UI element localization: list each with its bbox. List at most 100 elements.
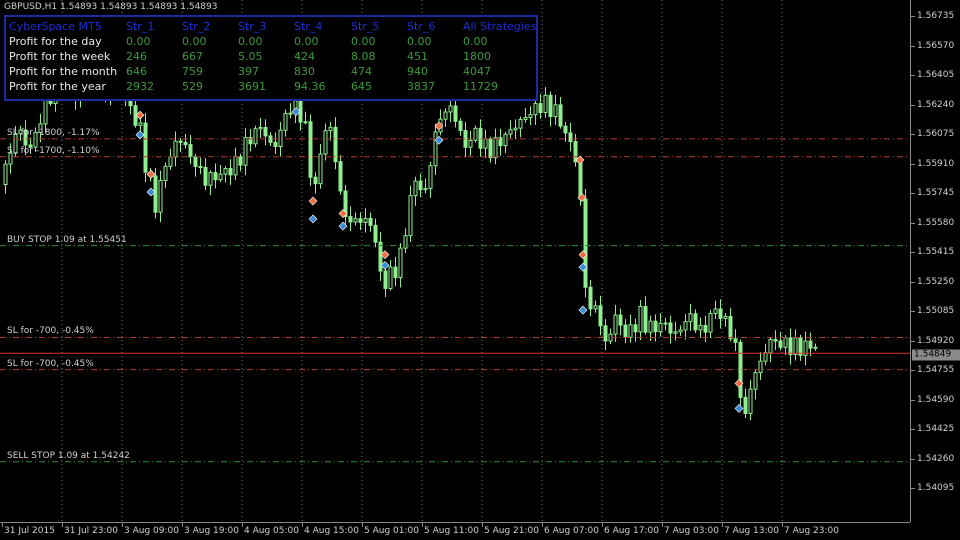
symbol-info: GBPUSD,H1 1.54893 1.54893 1.54893 1.5489… (4, 2, 218, 12)
candle (348, 206, 353, 232)
price-axis-label: 1.54590 (917, 394, 955, 405)
price-axis-tick (911, 311, 915, 312)
price-axis-tick (911, 370, 915, 371)
candle (468, 130, 473, 156)
time-axis-label: 5 Aug 21:00 (484, 526, 539, 536)
price-axis-label: 1.56405 (917, 70, 955, 80)
candle (678, 325, 683, 336)
time-axis-label: 3 Aug 09:00 (124, 526, 179, 536)
stats-value: 0.00 (351, 35, 376, 48)
candle (368, 212, 373, 232)
candle (793, 329, 798, 361)
candle (183, 133, 188, 149)
stats-value: 0.00 (182, 35, 207, 48)
candle (528, 106, 533, 126)
stats-value: 830 (294, 65, 315, 78)
candle (593, 300, 598, 313)
stats-value: 11729 (463, 80, 498, 93)
candle (433, 123, 438, 176)
price-axis-tick (911, 193, 915, 194)
price-axis-label: 1.54425 (917, 424, 955, 434)
candle (543, 87, 548, 118)
price-axis-tick (911, 281, 915, 283)
candle (263, 119, 268, 146)
candle (228, 159, 233, 185)
time-axis-tick (722, 523, 723, 527)
time-axis-label: 7 Aug 23:00 (784, 526, 839, 536)
price-axis-label: 1.54095 (917, 483, 955, 493)
time-axis-tick (182, 523, 183, 527)
stats-value: 529 (182, 80, 203, 93)
candle (258, 117, 263, 139)
candle (663, 317, 668, 331)
candle (273, 132, 278, 155)
candle (383, 265, 388, 297)
candle (693, 309, 698, 334)
time-axis-tick (482, 523, 483, 527)
candle (478, 119, 483, 157)
candle (728, 307, 733, 342)
candle (398, 243, 403, 288)
candle (333, 117, 338, 170)
candle (378, 232, 383, 281)
current-price-label: 1.54849 (912, 349, 960, 361)
buy-order-arrow[interactable] (308, 214, 318, 224)
candle (538, 93, 543, 119)
stats-value: 94.36 (294, 80, 326, 93)
candle (428, 161, 433, 198)
price-axis-label: 1.55250 (917, 276, 955, 287)
time-axis-tick (2, 523, 3, 527)
stats-row-label: Profit for the day (9, 35, 102, 48)
price-axis-tick (911, 134, 915, 135)
candle (758, 352, 763, 380)
chart-area[interactable]: SL for -1800, -1.17% SL for -1700, -1.10%… (0, 0, 910, 522)
candle (778, 332, 783, 351)
stats-header-str2: Str_2 (182, 20, 211, 33)
price-axis-label: 1.55745 (917, 188, 955, 198)
candle (453, 96, 458, 128)
candle (503, 131, 508, 154)
candle (308, 114, 313, 186)
buy-order-arrow[interactable] (578, 305, 588, 315)
candle (288, 103, 293, 119)
candle (493, 128, 498, 165)
candle (358, 212, 363, 230)
candle (508, 120, 513, 138)
time-axis-label: 31 Jul 2015 (4, 526, 55, 536)
price-axis-tick (911, 163, 915, 165)
price-axis-label: 1.54920 (917, 335, 955, 346)
stats-value: 646 (126, 65, 147, 78)
candle (233, 147, 238, 181)
candle (753, 370, 758, 400)
price-axis-tick (911, 222, 915, 224)
stats-row-label: Profit for the year (9, 80, 106, 93)
buy-order-arrow[interactable] (135, 130, 145, 140)
sell-order-arrow[interactable] (308, 196, 318, 206)
candle (803, 331, 808, 366)
candle (188, 135, 193, 165)
time-axis-label: 5 Aug 11:00 (424, 526, 479, 536)
time-axis-label: 5 Aug 01:00 (364, 526, 419, 536)
time-axis-tick (242, 523, 243, 527)
stats-value: 2932 (126, 80, 154, 93)
candle (763, 343, 768, 366)
level-line-label: SL for -700, -0.45% (7, 326, 94, 337)
candle (423, 178, 428, 194)
price-axis[interactable]: 1.54849 1.56735 1.56570 1.56405 1.56240 1.56… (910, 0, 960, 522)
candle (213, 163, 218, 189)
time-axis-tick (602, 523, 603, 527)
stats-value: 3691 (238, 80, 266, 93)
candle (613, 304, 618, 342)
candle (633, 318, 638, 342)
time-axis-label: 7 Aug 03:00 (664, 526, 719, 536)
candle (723, 313, 728, 327)
buy-order-arrow[interactable] (734, 404, 744, 413)
price-axis-label: 1.56075 (917, 129, 955, 139)
candle (473, 125, 478, 143)
time-axis-tick (122, 523, 123, 527)
time-axis[interactable]: 31 Jul 2015 31 Jul 23:00 3 Aug 09:00 3 Aug … (0, 522, 910, 540)
price-axis-label: 1.54755 (917, 365, 955, 375)
stats-value: 5.05 (238, 50, 263, 63)
candle (463, 121, 468, 158)
candle (628, 314, 633, 343)
